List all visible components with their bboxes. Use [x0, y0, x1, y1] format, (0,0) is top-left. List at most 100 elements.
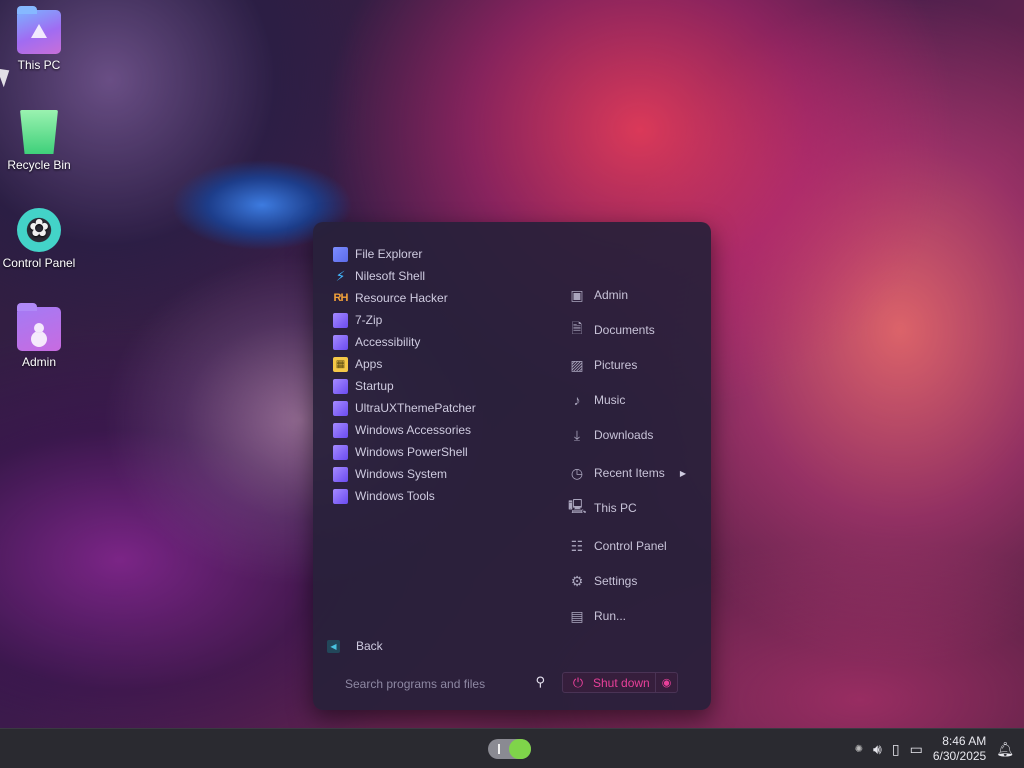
- shutdown-label: Shut down: [593, 675, 650, 690]
- program-label: 7-Zip: [355, 313, 383, 327]
- desktop-icon-control-panel[interactable]: Control Panel: [0, 208, 79, 270]
- computer-icon: 🖳: [568, 498, 587, 514]
- program-item-nilesoft-shell[interactable]: ⚡ Nilesoft Shell: [333, 265, 563, 287]
- place-item-pictures[interactable]: ▨ Pictures: [568, 354, 698, 376]
- toggle-knob: [509, 739, 531, 759]
- back-button[interactable]: ◀ Back: [327, 639, 383, 653]
- battery-icon[interactable]: ▯: [892, 741, 900, 758]
- this-pc-folder-icon: [17, 6, 61, 54]
- user-folder-icon: [17, 303, 61, 351]
- folder-icon: [333, 378, 348, 394]
- brightness-icon[interactable]: ✺: [855, 744, 863, 755]
- resource-hacker-icon: RH: [333, 292, 349, 304]
- program-item-apps[interactable]: ▦ Apps: [333, 353, 563, 375]
- place-item-music[interactable]: ♪ Music: [568, 389, 698, 411]
- program-label: Windows System: [355, 467, 448, 481]
- place-item-control-panel[interactable]: ☷ Control Panel: [568, 535, 698, 557]
- place-label: Pictures: [594, 358, 638, 372]
- control-panel-icon: ☷: [570, 537, 584, 554]
- place-label: Control Panel: [594, 539, 667, 553]
- gear-icon: ⚙: [570, 572, 584, 589]
- desktop-icon-label: Admin: [21, 355, 56, 369]
- program-label: Startup: [355, 379, 394, 393]
- user-folder-icon: ▣: [570, 286, 584, 303]
- program-item-file-explorer[interactable]: File Explorer: [333, 243, 563, 265]
- nilesoft-shell-icon: ⚡: [335, 267, 346, 284]
- desktop-icon-this-pc[interactable]: This PC: [0, 6, 79, 72]
- program-label: Windows PowerShell: [355, 445, 468, 459]
- place-label: Documents: [594, 323, 655, 337]
- network-icon[interactable]: ▭: [910, 741, 923, 758]
- desktop-icon-recycle-bin[interactable]: Recycle Bin: [0, 110, 79, 172]
- place-item-run[interactable]: ▤ Run...: [568, 605, 698, 627]
- start-menu: File Explorer ⚡ Nilesoft Shell RH Resour…: [313, 222, 711, 710]
- program-item-startup[interactable]: Startup: [333, 375, 563, 397]
- back-label: Back: [356, 639, 383, 653]
- program-label: Windows Tools: [355, 489, 435, 503]
- search-box: ⚲: [333, 672, 545, 696]
- program-item-ultrauxthemepatcher[interactable]: UltraUXThemePatcher: [333, 397, 563, 419]
- music-note-icon: ♪: [573, 392, 581, 408]
- toggle-indicator: [498, 744, 500, 754]
- place-label: Music: [594, 393, 626, 407]
- back-arrow-icon: ◀: [327, 639, 340, 653]
- desktop-icon-label: This PC: [17, 58, 61, 72]
- program-item-7-zip[interactable]: 7-Zip: [333, 309, 563, 331]
- apps-folder-icon: ▦: [333, 356, 348, 372]
- place-item-downloads[interactable]: ⤓ Downloads: [568, 424, 698, 446]
- notification-bell-icon[interactable]: 🔔︎: [996, 741, 1014, 758]
- place-label: Run...: [594, 609, 627, 623]
- recycle-bin-icon: [20, 110, 58, 154]
- program-item-resource-hacker[interactable]: RH Resource Hacker: [333, 287, 563, 309]
- clock-icon: ◷: [570, 464, 584, 481]
- place-item-settings[interactable]: ⚙ Settings: [568, 570, 698, 592]
- place-label: Downloads: [594, 428, 654, 442]
- desktop-icon-label: Recycle Bin: [7, 158, 71, 172]
- folder-icon: [333, 400, 348, 416]
- place-item-recent-items[interactable]: ◷ Recent Items ▶: [568, 462, 698, 484]
- folder-icon: [333, 422, 348, 438]
- start-toggle-button[interactable]: [488, 739, 531, 759]
- program-item-windows-powershell[interactable]: Windows PowerShell: [333, 441, 563, 463]
- folder-icon: [333, 466, 348, 482]
- shutdown-button[interactable]: ⏻ Shut down ◉: [562, 672, 678, 693]
- program-item-windows-system[interactable]: Windows System: [333, 463, 563, 485]
- program-list: File Explorer ⚡ Nilesoft Shell RH Resour…: [333, 243, 563, 507]
- power-icon: ⏻: [572, 674, 584, 690]
- program-item-windows-accessories[interactable]: Windows Accessories: [333, 419, 563, 441]
- place-item-documents[interactable]: 🗎 Documents: [568, 319, 698, 341]
- volume-icon[interactable]: 🔊︎: [873, 741, 882, 758]
- program-label: Accessibility: [355, 335, 421, 349]
- place-item-admin[interactable]: ▣ Admin: [568, 284, 698, 306]
- folder-icon: [333, 488, 348, 504]
- desktop-icon-admin[interactable]: Admin: [0, 303, 79, 369]
- program-label: Windows Accessories: [355, 423, 472, 437]
- submenu-arrow-icon: ▶: [679, 468, 686, 478]
- taskbar: ✺ 🔊︎ ▯ ▭ 8:46 AM 6/30/2025 🔔︎: [0, 728, 1024, 768]
- picture-icon: ▨: [570, 356, 584, 373]
- search-input[interactable]: [333, 677, 513, 691]
- program-label: Apps: [355, 357, 383, 371]
- clock-date: 6/30/2025: [932, 749, 987, 763]
- clock-time: 8:46 AM: [942, 734, 987, 748]
- control-panel-icon: [17, 208, 61, 252]
- folder-icon: [333, 444, 348, 460]
- place-label: Settings: [594, 574, 638, 588]
- program-item-windows-tools[interactable]: Windows Tools: [333, 485, 563, 507]
- program-label: Nilesoft Shell: [355, 269, 426, 283]
- places-list: ▣ Admin 🗎 Documents ▨ Pictures ♪ Music ⤓…: [568, 284, 698, 627]
- document-icon: 🗎: [571, 320, 583, 336]
- folder-icon: [333, 312, 348, 328]
- program-label: UltraUXThemePatcher: [355, 401, 476, 415]
- download-icon: ⤓: [573, 426, 581, 443]
- program-label: File Explorer: [355, 247, 423, 261]
- search-icon[interactable]: ⚲: [535, 674, 545, 690]
- place-label: This PC: [594, 501, 637, 515]
- system-tray: ✺ 🔊︎ ▯ ▭ 8:46 AM 6/30/2025 🔔︎: [845, 729, 1014, 768]
- place-item-this-pc[interactable]: 🖳 This PC: [568, 497, 698, 519]
- desktop-icon-label: Control Panel: [2, 256, 76, 270]
- shutdown-options-icon[interactable]: ◉: [655, 673, 677, 692]
- place-label: Admin: [594, 288, 629, 302]
- clock[interactable]: 8:46 AM 6/30/2025: [933, 734, 986, 764]
- program-item-accessibility[interactable]: Accessibility: [333, 331, 563, 353]
